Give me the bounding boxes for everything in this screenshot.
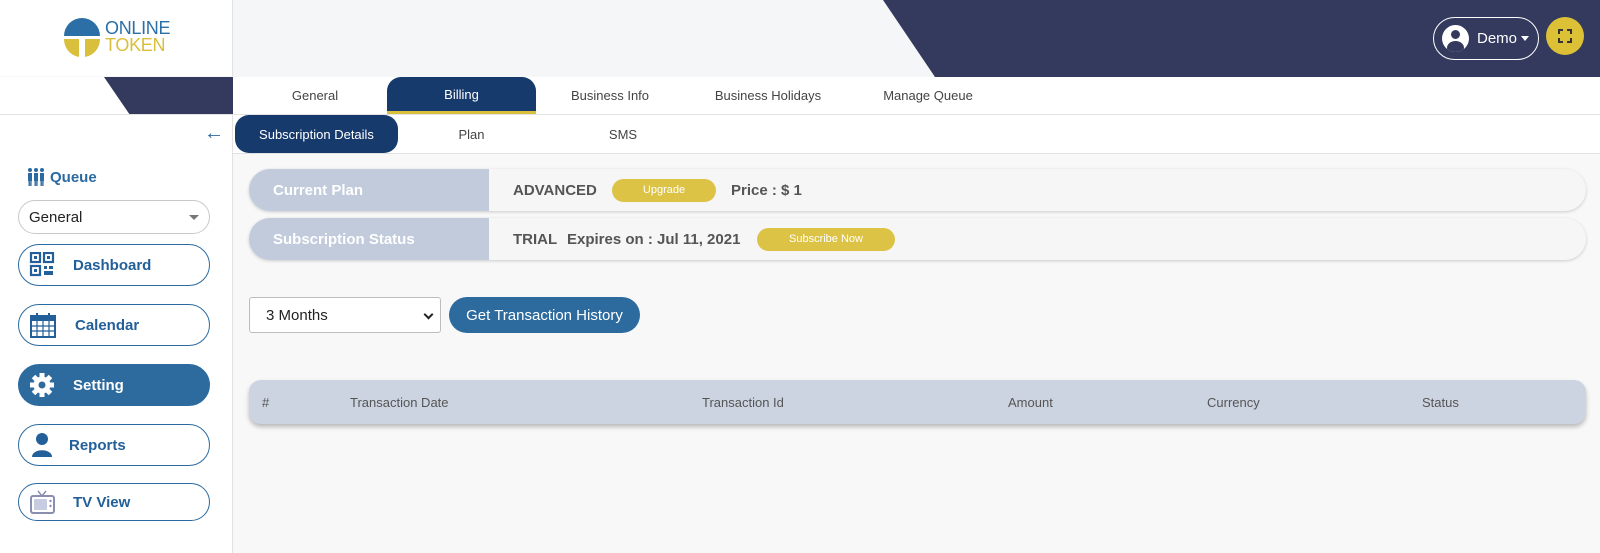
history-range-select[interactable]: 3 Months xyxy=(249,297,441,333)
subtab-subscription-details[interactable]: Subscription Details xyxy=(235,115,398,153)
column-header-transaction-date: Transaction Date xyxy=(350,394,449,410)
queue-label-text: Queue xyxy=(50,168,97,186)
nav-dashboard-button[interactable]: Dashboard xyxy=(18,244,210,286)
tab-manage-queue[interactable]: Manage Queue xyxy=(853,77,1003,114)
fullscreen-icon xyxy=(1558,29,1572,43)
nav-calendar-button[interactable]: Calendar xyxy=(18,304,210,346)
nav-tv-view-button[interactable]: TV View xyxy=(18,483,210,521)
tab-business-holidays[interactable]: Business Holidays xyxy=(693,77,843,114)
subtab-sms[interactable]: SMS xyxy=(583,115,663,153)
settings-tabs: General Billing Business Info Business H… xyxy=(233,77,1600,115)
get-transaction-history-button[interactable]: Get Transaction History xyxy=(449,297,640,333)
upgrade-button[interactable]: Upgrade xyxy=(612,178,716,202)
sidebar-banner xyxy=(0,77,233,115)
user-name: Demo xyxy=(1477,30,1518,47)
column-header-status: Status xyxy=(1422,394,1459,410)
transaction-table-header: # Transaction Date Transaction Id Amount… xyxy=(249,380,1586,424)
tab-business-info[interactable]: Business Info xyxy=(549,77,671,114)
subscription-status-label: Subscription Status xyxy=(249,218,489,260)
nav-label: Calendar xyxy=(75,316,140,334)
tv-icon xyxy=(30,490,55,514)
gear-icon xyxy=(30,373,54,397)
nav-label: Reports xyxy=(69,436,126,454)
calendar-icon xyxy=(30,313,56,338)
sidebar: ← Queue General Dashboard Calendar Setti… xyxy=(0,77,233,553)
subscribe-now-button[interactable]: Subscribe Now xyxy=(757,227,895,251)
logo-text-line2: TOKEN xyxy=(105,35,166,55)
people-queue-icon xyxy=(28,168,44,186)
tab-billing[interactable]: Billing xyxy=(387,77,536,114)
qr-code-icon xyxy=(29,252,55,277)
column-header-number: # xyxy=(262,394,270,410)
nav-reports-button[interactable]: Reports xyxy=(18,424,210,466)
fullscreen-button[interactable] xyxy=(1546,17,1584,55)
column-header-currency: Currency xyxy=(1207,394,1260,410)
nav-label: Dashboard xyxy=(73,256,152,274)
sidebar-banner-decoration xyxy=(104,77,233,114)
queue-select[interactable]: General xyxy=(18,200,210,234)
subtab-plan[interactable]: Plan xyxy=(433,115,510,153)
billing-subtabs: Subscription Details Plan SMS xyxy=(233,115,1600,154)
user-menu-button[interactable]: Demo xyxy=(1433,17,1539,60)
collapse-sidebar-arrow-icon[interactable]: ← xyxy=(204,122,224,145)
plan-price: Price : $ 1 xyxy=(731,181,802,199)
chevron-down-icon xyxy=(423,309,434,320)
current-plan-label: Current Plan xyxy=(249,169,489,211)
subscription-status-value: TRIAL xyxy=(513,230,558,248)
column-header-amount: Amount xyxy=(1008,394,1053,410)
chevron-down-icon xyxy=(189,215,199,220)
history-range-value: 3 Months xyxy=(266,306,328,324)
subscription-status-row: Subscription Status TRIAL Expires on : J… xyxy=(249,218,1586,260)
top-header: ONLINE TOKEN Demo xyxy=(0,0,1600,77)
user-avatar-icon xyxy=(1442,25,1469,52)
logo-icon xyxy=(63,18,101,57)
logo[interactable]: ONLINE TOKEN xyxy=(0,0,233,76)
nav-label: TV View xyxy=(73,493,131,511)
nav-setting-button[interactable]: Setting xyxy=(18,364,210,406)
tab-general[interactable]: General xyxy=(255,77,375,114)
header-decoration xyxy=(883,0,1600,77)
nav-label: Setting xyxy=(73,376,124,394)
subscription-expiry: Expires on : Jul 11, 2021 xyxy=(567,230,741,248)
current-plan-row: Current Plan ADVANCED Upgrade Price : $ … xyxy=(249,169,1586,211)
column-header-transaction-id: Transaction Id xyxy=(702,394,784,410)
queue-select-value: General xyxy=(29,208,83,226)
user-icon xyxy=(32,433,52,457)
caret-down-icon xyxy=(1521,36,1530,41)
queue-label: Queue xyxy=(26,167,97,187)
current-plan-name: ADVANCED xyxy=(513,181,597,199)
